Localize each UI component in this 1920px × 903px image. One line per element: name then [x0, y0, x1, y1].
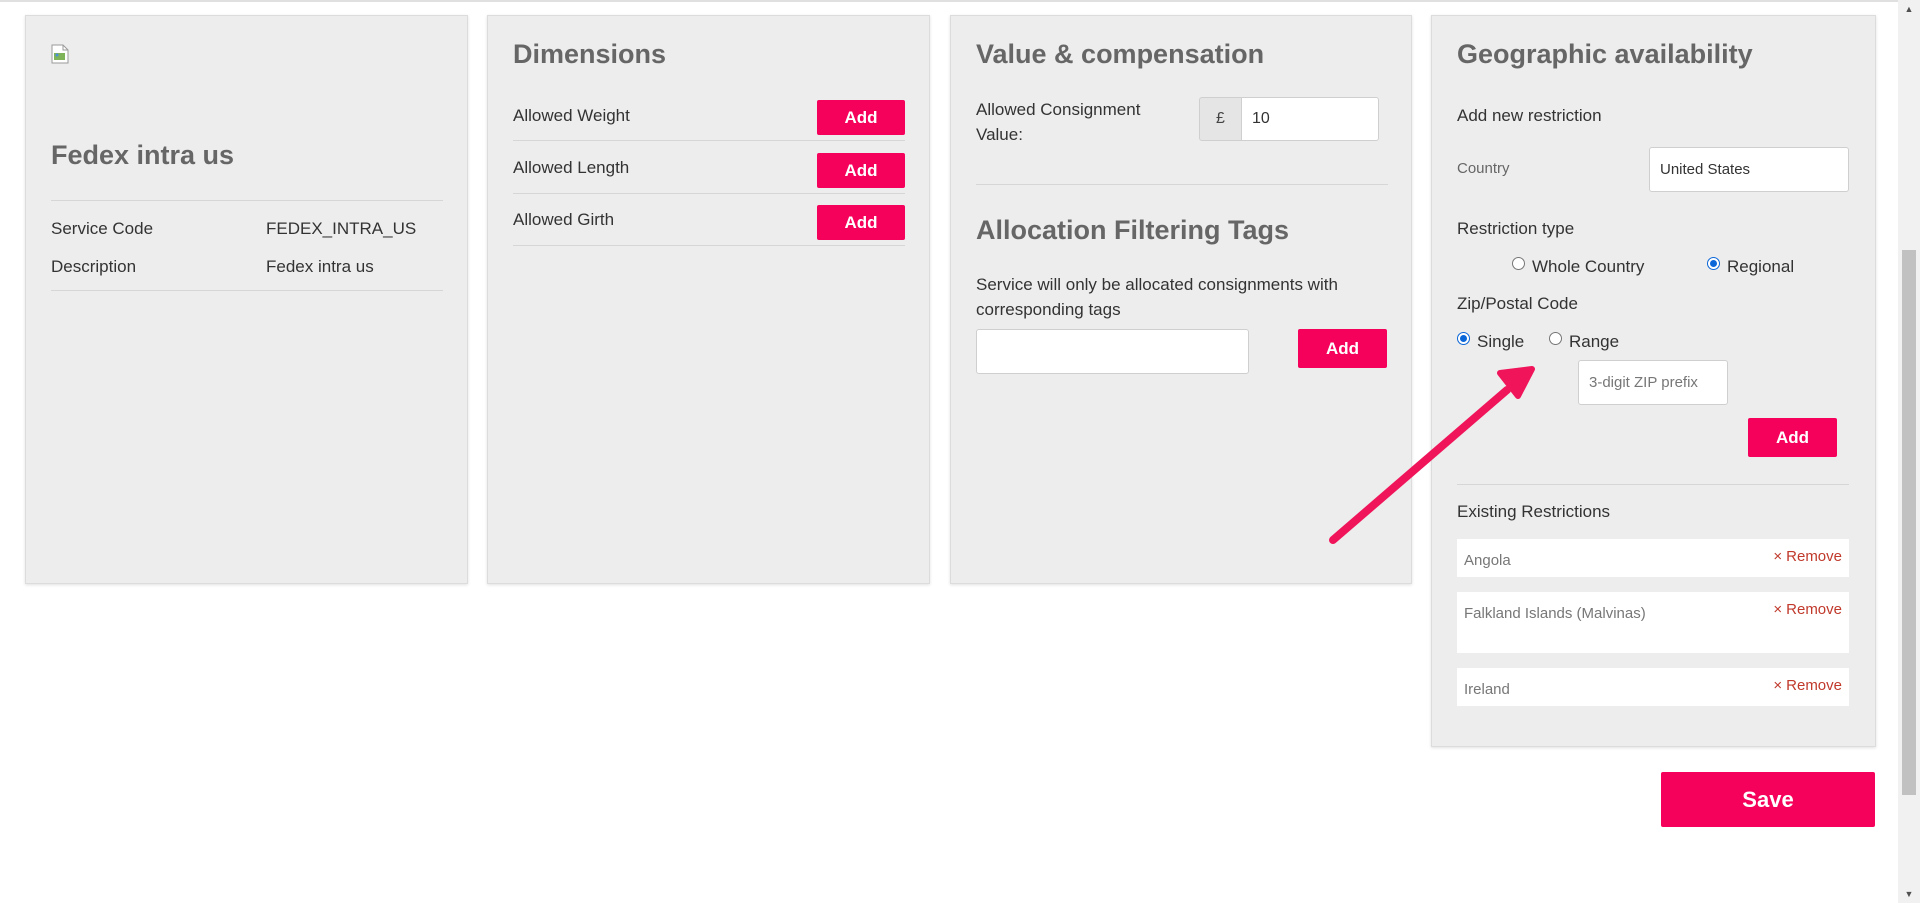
divider [513, 140, 905, 141]
remove-restriction-button[interactable]: × Remove [1773, 677, 1842, 694]
close-icon: × [1773, 601, 1783, 618]
zip-range-label[interactable]: Range [1569, 332, 1619, 352]
scroll-up-icon[interactable]: ▲ [1902, 2, 1916, 16]
zip-prefix-input[interactable] [1578, 360, 1728, 405]
add-new-restriction-label: Add new restriction [1457, 106, 1602, 125]
country-label: Country [1457, 160, 1510, 177]
remove-restriction-button[interactable]: × Remove [1773, 548, 1842, 565]
value-compensation-title: Value & compensation [976, 39, 1265, 69]
consignment-value-label-2: Value: [976, 125, 1023, 144]
zip-range-radio[interactable] [1549, 332, 1562, 345]
service-code-label: Service Code [51, 219, 154, 238]
geographic-availability-card: Geographic availability Add new restrict… [1431, 15, 1876, 747]
add-length-button[interactable]: Add [817, 153, 905, 188]
allowed-girth-label: Allowed Girth [513, 210, 615, 229]
tags-title: Allocation Filtering Tags [976, 215, 1290, 245]
dimensions-title: Dimensions [513, 39, 667, 69]
divider [976, 184, 1388, 185]
regional-label[interactable]: Regional [1727, 257, 1794, 277]
country-select[interactable] [1649, 147, 1849, 192]
divider [1457, 484, 1849, 485]
scroll-down-icon[interactable]: ▼ [1902, 887, 1916, 901]
value-compensation-card: Value & compensation Allowed Consignment… [950, 15, 1412, 584]
restriction-item: Angola × Remove [1457, 539, 1849, 577]
geographic-title: Geographic availability [1457, 39, 1753, 69]
allowed-weight-label: Allowed Weight [513, 106, 630, 125]
broken-image-icon [51, 44, 69, 64]
existing-restrictions-label: Existing Restrictions [1457, 502, 1611, 521]
add-tag-button[interactable]: Add [1298, 329, 1387, 368]
add-restriction-button[interactable]: Add [1748, 418, 1837, 457]
divider [513, 245, 905, 246]
close-icon: × [1773, 548, 1783, 565]
tags-description-2: corresponding tags [976, 300, 1121, 319]
dimensions-card: Dimensions Allowed Weight Add Allowed Le… [487, 15, 930, 584]
description-value: Fedex intra us [266, 257, 374, 276]
restriction-item: Ireland × Remove [1457, 668, 1849, 706]
add-weight-button[interactable]: Add [817, 100, 905, 135]
restriction-item: Falkland Islands (Malvinas) × Remove [1457, 592, 1849, 653]
zip-single-radio[interactable] [1457, 332, 1470, 345]
zip-single-label[interactable]: Single [1477, 332, 1524, 352]
tags-description: Service will only be allocated consignme… [976, 275, 1338, 294]
service-info-card: Fedex intra us Service Code FEDEX_INTRA_… [25, 15, 468, 584]
whole-country-label[interactable]: Whole Country [1532, 257, 1644, 277]
zip-postal-label: Zip/Postal Code [1457, 294, 1578, 313]
divider [51, 200, 443, 201]
top-divider [0, 0, 1898, 2]
add-girth-button[interactable]: Add [817, 205, 905, 240]
regional-radio[interactable] [1707, 257, 1720, 270]
consignment-value-label: Allowed Consignment [976, 100, 1141, 119]
consignment-value-input[interactable] [1241, 97, 1379, 141]
restriction-name: Ireland [1464, 681, 1510, 698]
tags-input[interactable] [976, 329, 1249, 374]
divider [51, 290, 443, 291]
restriction-name: Angola [1464, 552, 1511, 569]
scrollbar-thumb[interactable] [1902, 250, 1916, 795]
currency-addon: £ [1199, 97, 1241, 141]
whole-country-radio[interactable] [1512, 257, 1525, 270]
description-label: Description [51, 257, 137, 276]
divider [513, 193, 905, 194]
close-icon: × [1773, 677, 1783, 694]
allowed-length-label: Allowed Length [513, 158, 630, 177]
remove-restriction-button[interactable]: × Remove [1773, 601, 1842, 618]
restriction-name: Falkland Islands (Malvinas) [1464, 605, 1646, 622]
service-title: Fedex intra us [51, 140, 235, 170]
restriction-type-label: Restriction type [1457, 219, 1575, 238]
service-code-value: FEDEX_INTRA_US [266, 219, 417, 238]
save-button[interactable]: Save [1661, 772, 1875, 827]
